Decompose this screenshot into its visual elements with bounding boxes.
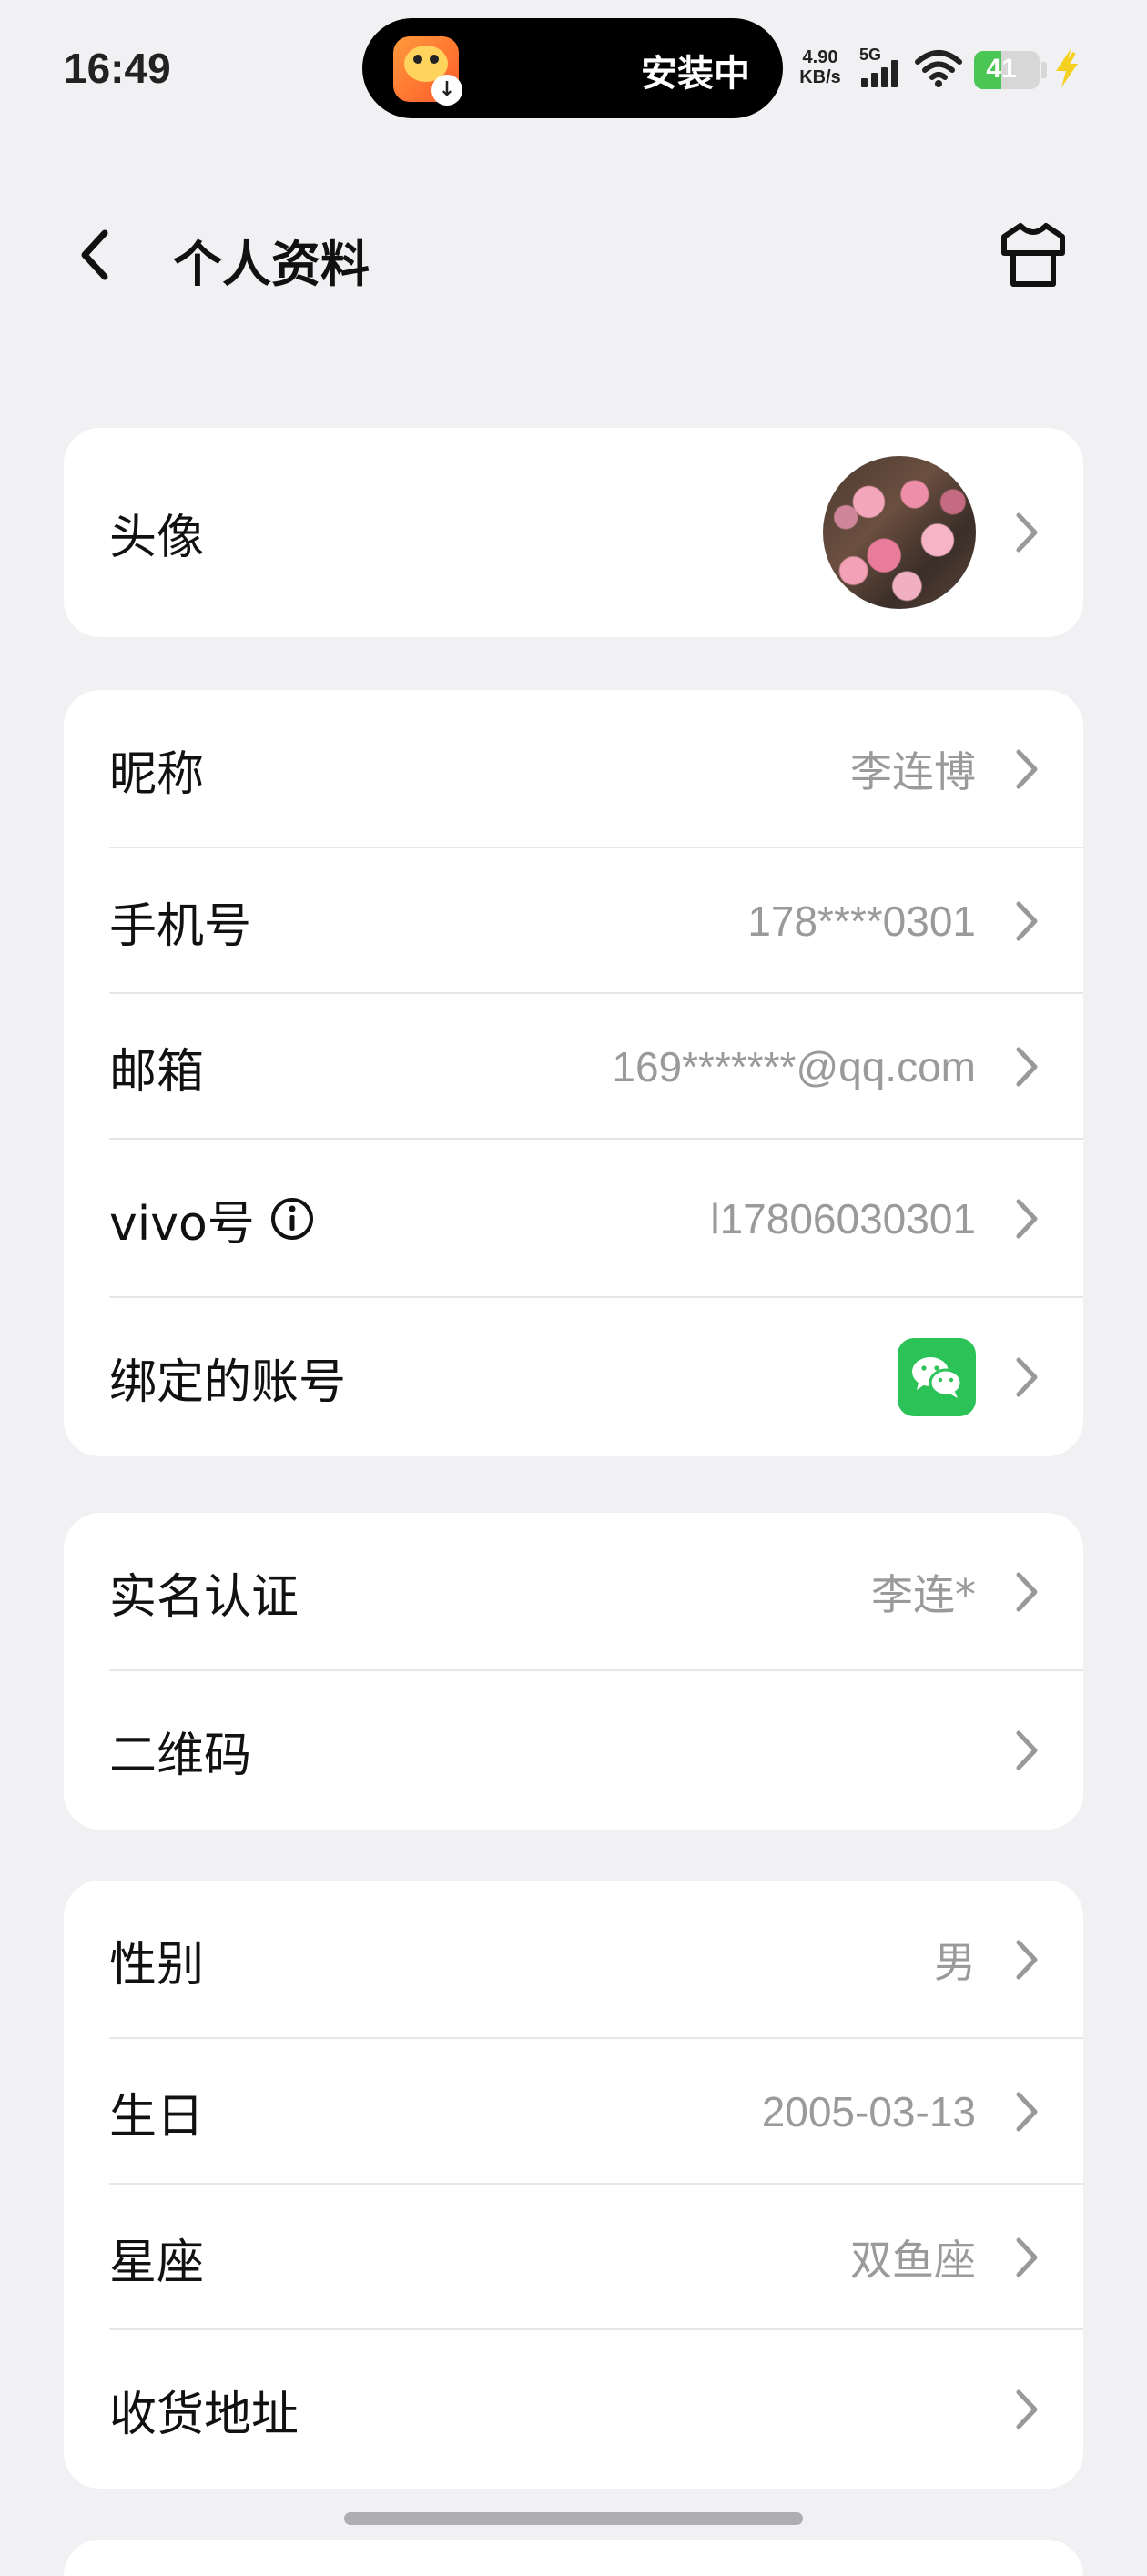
vivo-id-label: vivo号 [109, 1196, 255, 1252]
vivo-id-value: l17806030301 [710, 1195, 976, 1242]
birthday-value: 2005-03-13 [761, 2088, 976, 2135]
birthday-row[interactable]: 生日 2005-03-13 [64, 2039, 1083, 2185]
network-speed-unit: KB/s [799, 67, 841, 87]
wifi-icon [915, 50, 962, 87]
gender-row[interactable]: 性别 男 [64, 1881, 1083, 2039]
back-button[interactable] [64, 218, 127, 291]
phone-label: 手机号 [109, 898, 252, 954]
email-label: 邮箱 [109, 1044, 205, 1100]
real-name-row[interactable]: 实名认证 李连* [64, 1513, 1083, 1671]
header: 个人资料 [0, 200, 1147, 309]
qr-code-label: 二维码 [109, 1728, 252, 1783]
back-arrow-icon [81, 229, 108, 280]
account-card: 昵称 李连博 手机号 178****0301 邮箱 169*******@qq.… [64, 690, 1083, 1456]
info-icon[interactable] [269, 1196, 315, 1242]
gender-label: 性别 [109, 1937, 205, 1993]
chevron-right-icon [1009, 2084, 1045, 2139]
download-icon: ↓ [431, 75, 462, 106]
chevron-right-icon [1009, 1040, 1045, 1094]
nickname-label: 昵称 [109, 746, 205, 802]
avatar-row[interactable]: 头像 [64, 428, 1083, 637]
gender-value: 男 [934, 1938, 976, 1987]
app-store-icon: ↓ [393, 36, 462, 106]
chevron-right-icon [1009, 505, 1045, 560]
battery-level: 41 [986, 54, 1017, 84]
avatar-card: 头像 [64, 428, 1083, 637]
real-name-value: 李连* [871, 1570, 976, 1619]
nickname-value: 李连博 [850, 747, 976, 796]
wechat-icon [898, 1338, 976, 1416]
avatar-label: 头像 [109, 510, 205, 565]
chevron-right-icon [1009, 2382, 1045, 2437]
chevron-right-icon [1009, 894, 1045, 948]
network-type: 5G [859, 46, 882, 64]
shipping-address-row[interactable]: 收货地址 [64, 2330, 1083, 2489]
nickname-row[interactable]: 昵称 李连博 [64, 690, 1083, 848]
avatar [823, 456, 976, 609]
status-bar: 16:49 ↓ 安装中 4.90 KB/s 5G 41 [0, 0, 1147, 137]
cellular-signal-icon: 5G [859, 46, 905, 91]
battery-icon: 41 [974, 51, 1040, 89]
phone-row[interactable]: 手机号 178****0301 [64, 848, 1083, 994]
phone-value: 178****0301 [747, 898, 976, 945]
chevron-right-icon [1009, 1723, 1045, 1778]
identity-card: 实名认证 李连* 二维码 [64, 1513, 1083, 1830]
chevron-right-icon [1009, 1350, 1045, 1405]
chevron-right-icon [1009, 1565, 1045, 1619]
next-card-edge [64, 2540, 1083, 2576]
network-speed-value: 4.90 [802, 47, 838, 67]
chevron-right-icon [1009, 1932, 1045, 1987]
zodiac-label: 星座 [109, 2235, 205, 2290]
linked-accounts-row[interactable]: 绑定的账号 [64, 1298, 1083, 1456]
birthday-label: 生日 [109, 2089, 205, 2145]
email-value: 169*******@qq.com [612, 1043, 976, 1090]
status-time: 16:49 [64, 45, 171, 92]
vivo-id-row[interactable]: vivo号 l17806030301 [64, 1140, 1083, 1298]
linked-accounts-label: 绑定的账号 [109, 1354, 347, 1410]
dynamic-island[interactable]: ↓ 安装中 [362, 18, 783, 118]
chevron-right-icon [1009, 742, 1045, 796]
zodiac-value: 双鱼座 [850, 2236, 976, 2285]
network-speed: 4.90 KB/s [792, 47, 848, 87]
chevron-right-icon [1009, 1192, 1045, 1246]
install-status-text: 安装中 [641, 53, 750, 95]
charging-icon [1056, 49, 1078, 87]
zodiac-row[interactable]: 星座 双鱼座 [64, 2185, 1083, 2330]
qr-code-row[interactable]: 二维码 [64, 1671, 1083, 1830]
real-name-label: 实名认证 [109, 1569, 299, 1625]
vivo-id-label-wrap: vivo号 [109, 1185, 315, 1253]
chevron-right-icon [1009, 2230, 1045, 2285]
page-title: 个人资料 [173, 236, 370, 293]
tshirt-icon [1001, 223, 1065, 287]
home-indicator[interactable] [344, 2512, 803, 2525]
personal-card: 性别 男 生日 2005-03-13 星座 双鱼座 收货地址 [64, 1881, 1083, 2489]
theme-button[interactable] [992, 218, 1074, 291]
shipping-address-label: 收货地址 [109, 2387, 299, 2442]
email-row[interactable]: 邮箱 169*******@qq.com [64, 994, 1083, 1140]
